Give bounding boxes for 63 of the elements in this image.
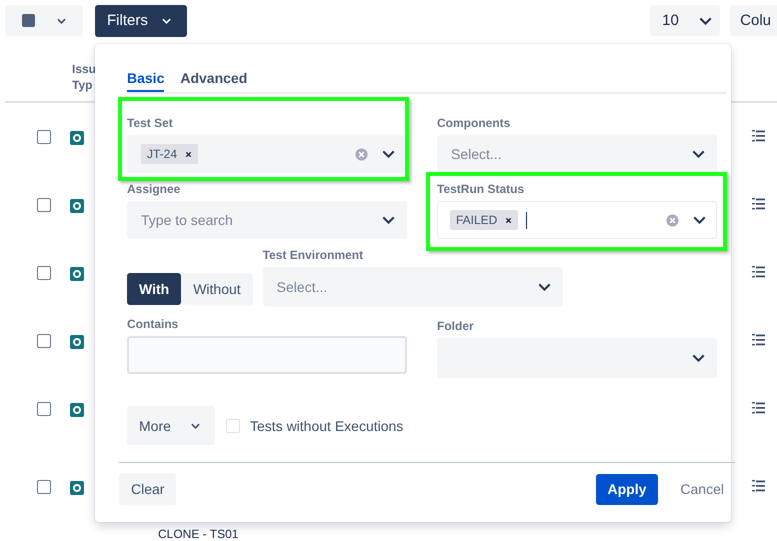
placeholder-text: Select... bbox=[276, 279, 328, 295]
filter-tab[interactable]: Advanced bbox=[180, 66, 248, 92]
apply-button[interactable]: Apply bbox=[596, 474, 658, 504]
checkbox-label: Tests without Executions bbox=[250, 418, 404, 434]
remove-icon[interactable] bbox=[505, 216, 512, 224]
page-size-dropdown[interactable]: 10 bbox=[650, 5, 720, 36]
column-header: Typ bbox=[72, 77, 92, 93]
chevron-down-icon bbox=[382, 150, 395, 158]
row-checkbox[interactable] bbox=[37, 266, 51, 280]
chevron-down-icon bbox=[693, 216, 706, 224]
issue-type-icon bbox=[70, 267, 84, 281]
with-without-toggle[interactable]: Without bbox=[181, 273, 253, 305]
field-label: Components bbox=[437, 116, 512, 130]
numbered-list-icon[interactable] bbox=[752, 198, 765, 210]
field-label: TestRun Status bbox=[437, 182, 526, 196]
field-label: Test Environment bbox=[262, 248, 364, 262]
chevron-down-icon bbox=[692, 150, 705, 158]
contains-input[interactable] bbox=[127, 336, 407, 374]
field-label: Assignee bbox=[127, 182, 182, 196]
caret-icon bbox=[57, 18, 66, 24]
remove-icon[interactable] bbox=[185, 150, 192, 158]
caret-icon bbox=[162, 18, 171, 24]
issue-type-icon bbox=[70, 199, 84, 213]
caret-icon bbox=[190, 422, 200, 428]
with-without-toggle[interactable]: With bbox=[127, 273, 182, 305]
numbered-list-icon[interactable] bbox=[752, 402, 765, 414]
filters-button[interactable]: Filters bbox=[95, 4, 187, 36]
caret-icon bbox=[699, 16, 712, 24]
select-all-button[interactable] bbox=[5, 5, 83, 36]
field-label: Test Set bbox=[127, 116, 174, 130]
row-checkbox[interactable] bbox=[37, 198, 51, 212]
testrun-status-select[interactable]: FAILED bbox=[437, 201, 717, 239]
selected-tag: JT-24 bbox=[141, 144, 198, 164]
numbered-list-icon[interactable] bbox=[752, 480, 765, 492]
field-label: Contains bbox=[127, 317, 180, 331]
issue-summary: CLONE - TS01 bbox=[158, 527, 238, 541]
row-checkbox[interactable] bbox=[37, 130, 51, 144]
row-checkbox[interactable] bbox=[37, 334, 51, 348]
text-cursor bbox=[526, 212, 528, 228]
numbered-list-icon[interactable] bbox=[752, 130, 765, 142]
columns-button[interactable]: Colu bbox=[730, 5, 777, 36]
issue-type-icon bbox=[70, 131, 84, 145]
more-button[interactable]: More bbox=[127, 406, 215, 445]
placeholder-text: Type to search bbox=[141, 212, 233, 228]
chevron-down-icon bbox=[382, 216, 395, 224]
selected-tag: FAILED bbox=[450, 210, 518, 230]
placeholder-text: Select... bbox=[451, 146, 502, 162]
cancel-button[interactable]: Cancel bbox=[658, 481, 735, 497]
checkbox[interactable] bbox=[226, 418, 240, 432]
clear-button[interactable]: Clear bbox=[119, 473, 176, 505]
column-header: Issu bbox=[72, 61, 96, 77]
row-checkbox[interactable] bbox=[37, 480, 51, 494]
test-set-select[interactable]: JT-24 bbox=[127, 135, 407, 173]
chevron-down-icon bbox=[692, 354, 705, 362]
filter-tab[interactable]: Basic bbox=[127, 66, 164, 92]
issue-type-icon bbox=[70, 403, 84, 417]
issue-type-icon bbox=[70, 481, 84, 495]
field-label: Folder bbox=[437, 319, 475, 333]
row-checkbox[interactable] bbox=[37, 402, 51, 416]
numbered-list-icon[interactable] bbox=[752, 334, 765, 346]
chevron-down-icon bbox=[538, 283, 551, 291]
issue-type-icon bbox=[70, 335, 84, 349]
numbered-list-icon[interactable] bbox=[752, 266, 765, 278]
